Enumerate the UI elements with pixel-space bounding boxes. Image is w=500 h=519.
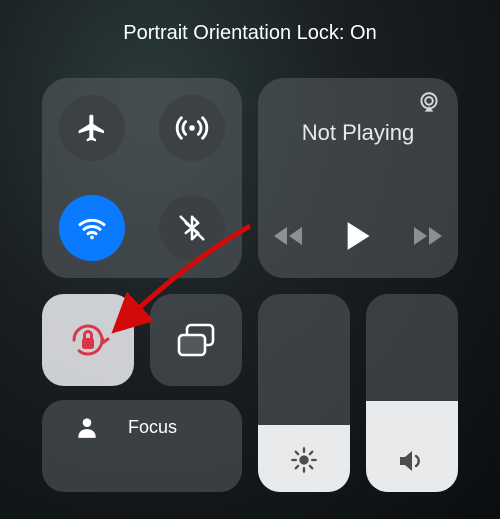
person-icon [74,414,100,440]
screen-mirroring-button[interactable] [150,294,242,386]
orientation-lock-toggle[interactable] [42,294,134,386]
airplane-icon [76,112,108,144]
volume-slider[interactable] [366,294,458,492]
volume-fill [366,401,458,492]
focus-icon-circle [60,400,114,454]
screen-mirroring-icon [175,321,217,359]
now-playing-title: Not Playing [274,120,442,146]
airplay-icon[interactable] [416,90,442,121]
brightness-slider[interactable] [258,294,350,492]
wifi-toggle[interactable] [59,195,125,261]
airplane-mode-toggle[interactable] [59,95,125,161]
focus-button[interactable]: Focus [42,400,242,492]
bluetooth-off-icon [177,213,207,243]
wifi-icon [76,212,108,244]
status-banner: Portrait Orientation Lock: On [0,0,500,59]
focus-label: Focus [128,417,177,438]
orientation-lock-icon [64,316,112,364]
media-tile[interactable]: Not Playing [258,78,458,278]
play-button[interactable] [345,221,371,256]
volume-icon [366,448,458,474]
rewind-button[interactable] [273,225,303,252]
antenna-icon [175,111,209,145]
cellular-data-toggle[interactable] [159,95,225,161]
connectivity-tile[interactable] [42,78,242,278]
bluetooth-toggle[interactable] [159,195,225,261]
forward-button[interactable] [413,225,443,252]
brightness-icon [258,446,350,474]
